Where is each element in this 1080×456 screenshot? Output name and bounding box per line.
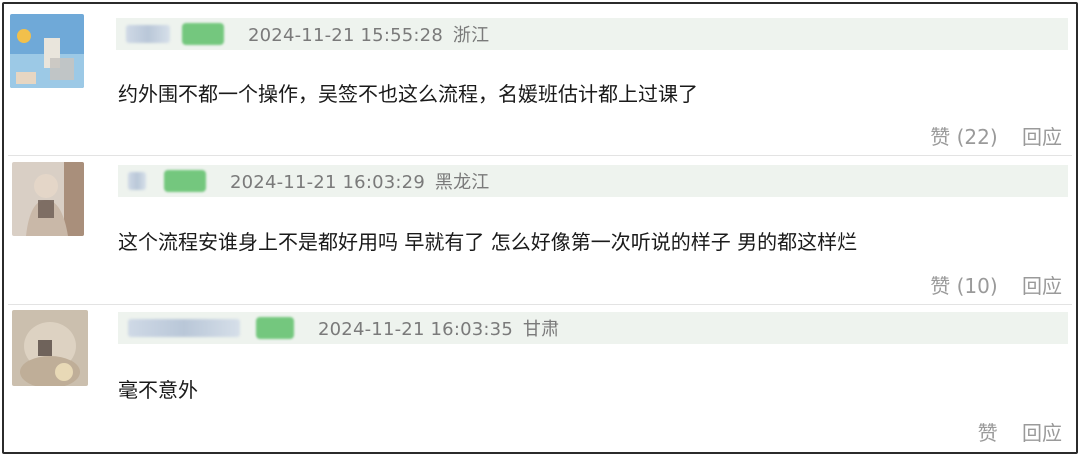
meta-info: 2024-11-21 16:03:29 黑龙江 [230, 168, 490, 194]
avatar[interactable] [12, 310, 88, 386]
reply-button[interactable]: 回应 [1022, 421, 1062, 445]
divider [8, 304, 1072, 305]
username[interactable] [126, 25, 170, 43]
timestamp: 2024-11-21 15:55:28 [248, 25, 443, 46]
comment-meta: 2024-11-21 16:03:29 黑龙江 [118, 165, 1068, 197]
comment-text: 毫不意外 [118, 378, 198, 402]
comment-meta: 2024-11-21 16:03:35 甘肃 [118, 312, 1068, 344]
username[interactable] [128, 319, 240, 337]
like-button[interactable]: 赞 [978, 421, 998, 445]
timestamp: 2024-11-21 16:03:35 [318, 319, 513, 340]
comment-text: 这个流程安谁身上不是都好用吗 早就有了 怎么好像第一次听说的样子 男的都这样烂 [118, 230, 858, 254]
user-level-badge [256, 317, 294, 339]
divider [8, 155, 1072, 156]
avatar-image-icon [10, 14, 84, 88]
comment-actions: 赞 回应 [960, 417, 1062, 446]
user-level-badge [164, 170, 206, 192]
avatar[interactable] [12, 162, 84, 236]
username[interactable] [128, 172, 146, 190]
meta-info: 2024-11-21 16:03:35 甘肃 [318, 315, 559, 341]
meta-info: 2024-11-21 15:55:28 浙江 [248, 21, 489, 47]
comment-actions: 赞 (10) 回应 [912, 270, 1062, 299]
comment-actions: 赞 (22) 回应 [912, 121, 1062, 150]
user-level-badge [182, 23, 224, 45]
avatar-image-icon [12, 310, 88, 386]
comment-text: 约外围不都一个操作，吴签不也这么流程，名媛班估计都上过课了 [118, 82, 698, 106]
comment-meta: 2024-11-21 15:55:28 浙江 [116, 18, 1068, 50]
reply-button[interactable]: 回应 [1022, 274, 1062, 298]
comment-list: 2024-11-21 15:55:28 浙江 约外围不都一个操作，吴签不也这么流… [2, 2, 1078, 454]
timestamp: 2024-11-21 16:03:29 [230, 172, 425, 193]
like-button[interactable]: 赞 (22) [930, 125, 997, 149]
like-button[interactable]: 赞 (10) [930, 274, 997, 298]
location: 甘肃 [522, 319, 560, 340]
reply-button[interactable]: 回应 [1022, 125, 1062, 149]
avatar[interactable] [10, 14, 84, 88]
location: 黑龙江 [434, 172, 490, 193]
location: 浙江 [452, 25, 490, 46]
avatar-image-icon [12, 162, 84, 236]
